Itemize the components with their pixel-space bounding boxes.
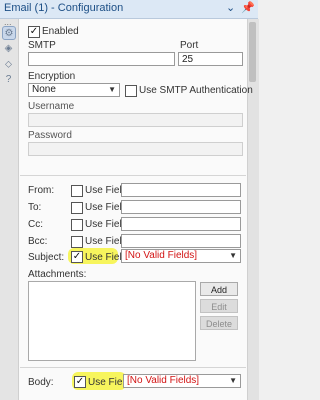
to-label: To: — [28, 202, 42, 213]
body-label: Body: — [28, 377, 54, 388]
subject-use-field-checkbox[interactable]: ✓ — [71, 251, 83, 263]
tag-icon[interactable]: ⬦ — [2, 58, 15, 71]
encryption-label: Encryption — [28, 71, 76, 82]
from-label: From: — [28, 185, 55, 196]
section-divider — [20, 175, 246, 176]
help-icon[interactable]: ? — [2, 73, 15, 86]
chevron-down-icon: ▼ — [108, 85, 116, 94]
password-label: Password — [28, 130, 72, 141]
port-label: Port — [180, 40, 199, 51]
password-input[interactable] — [28, 142, 243, 156]
encryption-select[interactable]: None ▼ — [28, 83, 120, 97]
bcc-label: Bcc: — [28, 236, 48, 247]
bcc-input[interactable] — [121, 234, 241, 248]
chevron-down-icon[interactable]: ⌄ — [226, 2, 235, 14]
username-input[interactable] — [28, 113, 243, 127]
smtp-auth-checkbox[interactable] — [125, 85, 137, 97]
cc-label: Cc: — [28, 219, 43, 230]
cc-input[interactable] — [121, 217, 241, 231]
body-field-value: [No Valid Fields] — [127, 375, 200, 386]
delete-attachment-button[interactable]: Delete — [200, 316, 238, 330]
edit-attachment-button[interactable]: Edit — [200, 299, 238, 313]
bcc-use-field-checkbox[interactable] — [71, 236, 83, 248]
from-input[interactable] — [121, 183, 241, 197]
gear-icon[interactable]: ⚙ — [2, 26, 16, 40]
chevron-down-icon: ▼ — [229, 251, 237, 260]
pin-icon[interactable]: 📌 — [241, 2, 255, 14]
enabled-label: Enabled — [42, 26, 79, 37]
scrollbar-thumb[interactable] — [249, 22, 256, 82]
subject-field-value: [No Valid Fields] — [125, 250, 198, 261]
port-input[interactable]: 25 — [178, 52, 243, 66]
enabled-checkbox[interactable]: ✓ — [28, 26, 40, 38]
encryption-value: None — [32, 84, 56, 95]
add-attachment-button[interactable]: Add — [200, 282, 238, 296]
attachments-label: Attachments: — [28, 269, 87, 280]
smtp-label: SMTP — [28, 40, 56, 51]
username-label: Username — [28, 101, 75, 112]
subject-label: Subject: — [28, 252, 65, 263]
chevron-down-icon: ▼ — [229, 376, 237, 385]
body-field-select[interactable]: [No Valid Fields] ▼ — [123, 374, 241, 388]
smtp-auth-label: Use SMTP Authentication — [139, 85, 253, 96]
attachments-list[interactable] — [28, 281, 196, 361]
subject-field-select[interactable]: [No Valid Fields] ▼ — [121, 249, 241, 263]
to-input[interactable] — [121, 200, 241, 214]
cc-use-field-checkbox[interactable] — [71, 219, 83, 231]
smtp-input[interactable] — [28, 52, 175, 66]
window-title: Email (1) - Configuration — [4, 2, 124, 14]
connection-icon[interactable]: ◈ — [2, 42, 15, 55]
section-divider — [20, 367, 246, 368]
body-use-field-checkbox[interactable]: ✓ — [74, 376, 86, 388]
to-use-field-checkbox[interactable] — [71, 202, 83, 214]
from-use-field-checkbox[interactable] — [71, 185, 83, 197]
